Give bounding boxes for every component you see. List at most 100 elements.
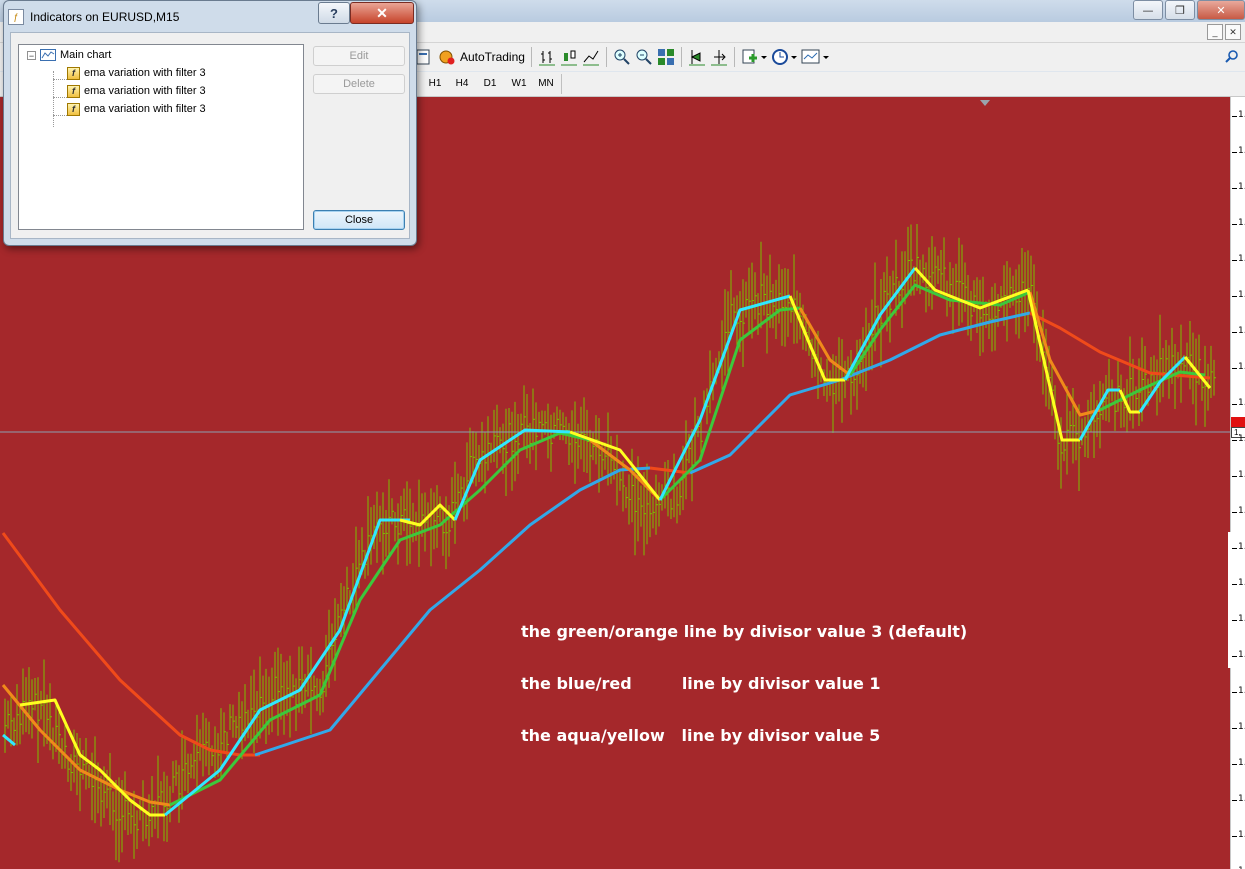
tree-item-label: ema variation with filter 3: [84, 67, 206, 79]
tree-item-indicator[interactable]: f ema variation with filter 3: [67, 101, 206, 117]
dialog-title: Indicators on EURUSD,M15: [30, 10, 180, 24]
axis-tick: [1232, 440, 1237, 441]
timeframe-w1[interactable]: W1: [506, 76, 532, 92]
minimize-button[interactable]: —: [1133, 0, 1163, 20]
axis-label: 1.: [1238, 506, 1245, 516]
divisor1-line-down: [1029, 311, 1211, 380]
axis-label: 1.: [1238, 146, 1245, 156]
indicator-function-icon: f: [67, 66, 80, 80]
axis-label: 1.: [1238, 218, 1245, 228]
axis-label: 1.: [1238, 326, 1245, 336]
zoom-out-icon[interactable]: [635, 46, 653, 68]
divisor1-line-up: [689, 311, 1031, 475]
bar-chart-icon[interactable]: [538, 46, 556, 68]
axis-tick: [1232, 224, 1237, 225]
axis-tick: [1232, 152, 1237, 153]
delete-button[interactable]: Delete: [313, 74, 405, 94]
axis-tick: [1232, 188, 1237, 189]
annotation-divisor-5: the aqua/yellow line by divisor value 5: [521, 726, 881, 745]
axis-label: 1.: [1238, 110, 1245, 120]
axis-label: 1.: [1238, 722, 1245, 732]
axis-tick: [1232, 260, 1237, 261]
mdi-minimize-button[interactable]: _: [1207, 24, 1223, 40]
axis-tick: [1232, 368, 1237, 369]
axis-label: 1.: [1238, 614, 1245, 624]
axis-label: 1.: [1238, 434, 1245, 444]
axis-tick: [1232, 800, 1237, 801]
autoscroll-icon[interactable]: [688, 46, 706, 68]
axis-tick: [1232, 404, 1237, 405]
collapse-icon[interactable]: −: [27, 50, 36, 60]
candlestick-icon[interactable]: [560, 46, 578, 68]
axis-label: 1.: [1238, 362, 1245, 372]
axis-label: 1.: [1238, 794, 1245, 804]
zoom-in-icon[interactable]: [613, 46, 631, 68]
axis-label: 1.: [1238, 182, 1245, 192]
tree-item-label: ema variation with filter 3: [84, 85, 206, 97]
chart-shift-icon[interactable]: [710, 46, 728, 68]
axis-label: 1.: [1238, 254, 1245, 264]
axis-label: 1.: [1238, 398, 1245, 408]
axis-tick: [1232, 296, 1237, 297]
axis-tick: [1232, 656, 1237, 657]
axis-label: 1.: [1238, 650, 1245, 660]
axis-tick: [1232, 620, 1237, 621]
axis-tick: [1232, 836, 1237, 837]
tree-root-label: Main chart: [60, 49, 112, 61]
axis-tick: [1232, 584, 1237, 585]
edit-button[interactable]: Edit: [313, 46, 405, 66]
indicators-dialog: ƒ Indicators on EURUSD,M15 ? ✕ − Main ch…: [3, 0, 417, 246]
line-chart-icon[interactable]: [582, 46, 600, 68]
mdi-controls: _ ✕: [1207, 24, 1241, 40]
new-order-icon[interactable]: [416, 46, 430, 68]
axis-label: 1.: [1238, 290, 1245, 300]
autotrading-label: AutoTrading: [460, 50, 525, 64]
axis-label: 1.: [1238, 542, 1245, 552]
help-button[interactable]: ?: [318, 2, 350, 24]
indicator-function-icon: f: [67, 102, 80, 116]
axis-label: 1.: [1238, 758, 1245, 768]
tile-windows-icon[interactable]: [657, 46, 675, 68]
axis-tick: [1232, 728, 1237, 729]
axis-label: 1.: [1238, 830, 1245, 840]
tree-item-label: ema variation with filter 3: [84, 103, 206, 115]
restore-button[interactable]: ❐: [1165, 0, 1195, 20]
timeframe-h4[interactable]: H4: [449, 76, 475, 92]
axis-label: 1.: [1238, 686, 1245, 696]
search-icon[interactable]: [1225, 46, 1239, 68]
timeframe-mn[interactable]: MN: [533, 76, 559, 92]
dialog-app-icon: ƒ: [8, 9, 24, 25]
axis-tick: [1232, 692, 1237, 693]
window-close-button[interactable]: ✕: [1197, 0, 1245, 20]
axis-tick: [1232, 116, 1237, 117]
price-axis[interactable]: 1. 1. 1. 1. 1. 1. 1. 1. 1. 1. 1. 1. 1. 1. 1. 1. 1. 1. 1. 1…: [1230, 97, 1245, 869]
chart-shift-marker[interactable]: [980, 100, 990, 106]
axis-label: 1.: [1238, 578, 1245, 588]
indicators-menu-icon[interactable]: [741, 46, 767, 68]
axis-tick: [1232, 512, 1237, 513]
periods-menu-icon[interactable]: [771, 46, 797, 68]
dialog-body: − Main chart f ema variation with filter…: [10, 32, 410, 239]
tree-item-indicator[interactable]: f ema variation with filter 3: [67, 83, 206, 99]
templates-menu-icon[interactable]: [801, 46, 829, 68]
dialog-close-button[interactable]: ✕: [350, 2, 414, 24]
window-controls: — ❐ ✕: [1133, 0, 1245, 20]
tree-root-main-chart[interactable]: − Main chart: [27, 47, 111, 63]
dialog-titlebar[interactable]: ƒ Indicators on EURUSD,M15: [8, 6, 179, 28]
annotation-divisor-3: the green/orange line by divisor value 3…: [521, 622, 968, 641]
indicators-tree[interactable]: − Main chart f ema variation with filter…: [18, 44, 304, 230]
mdi-close-button[interactable]: ✕: [1225, 24, 1241, 40]
axis-tick: [1232, 548, 1237, 549]
axis-tick: [1232, 764, 1237, 765]
autotrading-button[interactable]: AutoTrading: [438, 46, 525, 68]
timeframe-h1[interactable]: H1: [422, 76, 448, 92]
chart-scroll-indicator[interactable]: [1228, 532, 1231, 668]
tree-item-indicator[interactable]: f ema variation with filter 3: [67, 65, 206, 81]
axis-tick: [1232, 476, 1237, 477]
axis-tick: [1232, 332, 1237, 333]
timeframe-d1[interactable]: D1: [477, 76, 503, 92]
chart-window-icon: [40, 49, 56, 61]
close-button[interactable]: Close: [313, 210, 405, 230]
autotrading-icon: [439, 50, 455, 65]
axis-label: 1.: [1238, 470, 1245, 480]
